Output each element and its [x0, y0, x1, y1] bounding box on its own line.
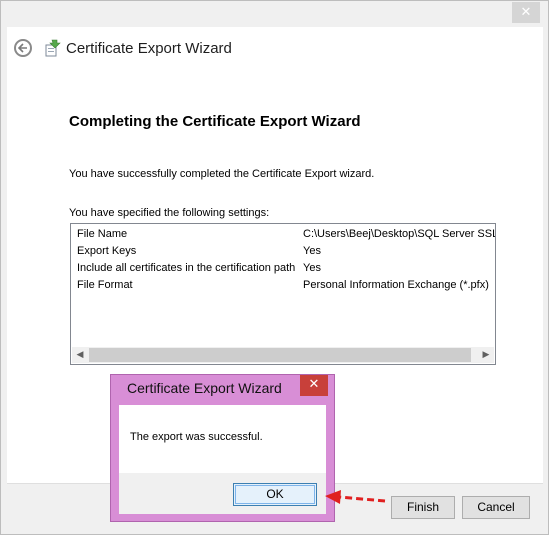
dialog-close-button[interactable]: ✕ [300, 375, 328, 396]
finish-button[interactable]: Finish [391, 496, 455, 519]
setting-value: Personal Information Exchange (*.pfx) [303, 279, 489, 291]
scrollbar-thumb[interactable] [89, 348, 471, 362]
back-button[interactable] [14, 39, 32, 57]
scroll-left-icon[interactable]: ◀ [72, 347, 88, 363]
setting-key: File Name [77, 228, 128, 240]
setting-value: C:\Users\Beej\Desktop\SQL Server SSL [303, 228, 496, 240]
setting-key: Export Keys [77, 245, 137, 257]
page-heading: Completing the Certificate Export Wizard [69, 113, 361, 130]
window-close-button[interactable]: ✕ [512, 2, 540, 23]
setting-key: File Format [77, 279, 133, 291]
cancel-button[interactable]: Cancel [462, 496, 530, 519]
scroll-right-icon[interactable]: ▶ [478, 347, 494, 363]
settings-intro: You have specified the following setting… [69, 207, 270, 219]
certificate-icon [45, 39, 61, 57]
setting-key: Include all certificates in the certific… [77, 262, 296, 274]
settings-row-export-keys: Export Keys Yes [77, 245, 495, 262]
dialog-footer: OK [119, 473, 326, 514]
horizontal-scrollbar[interactable]: ◀ ▶ [72, 347, 494, 363]
title-bar: ✕ [1, 1, 548, 27]
wizard-header: Certificate Export Wizard [7, 27, 543, 73]
success-dialog: Certificate Export Wizard ✕ The export w… [110, 374, 335, 522]
wizard-title: Certificate Export Wizard [66, 40, 232, 57]
dialog-title: Certificate Export Wizard [127, 380, 282, 396]
red-dashed-arrow-icon [325, 490, 386, 504]
setting-value: Yes [303, 245, 321, 257]
settings-row-file-format: File Format Personal Information Exchang… [77, 279, 495, 296]
completion-message: You have successfully completed the Cert… [69, 168, 375, 180]
dialog-body: The export was successful. [119, 405, 326, 473]
back-arrow-icon [17, 43, 27, 53]
settings-row-include-all: Include all certificates in the certific… [77, 262, 495, 279]
settings-row-file-name: File Name C:\Users\Beej\Desktop\SQL Serv… [77, 228, 496, 245]
dialog-message: The export was successful. [130, 431, 263, 443]
setting-value: Yes [303, 262, 321, 274]
ok-button[interactable]: OK [233, 483, 317, 506]
settings-list[interactable]: File Name C:\Users\Beej\Desktop\SQL Serv… [70, 223, 496, 365]
